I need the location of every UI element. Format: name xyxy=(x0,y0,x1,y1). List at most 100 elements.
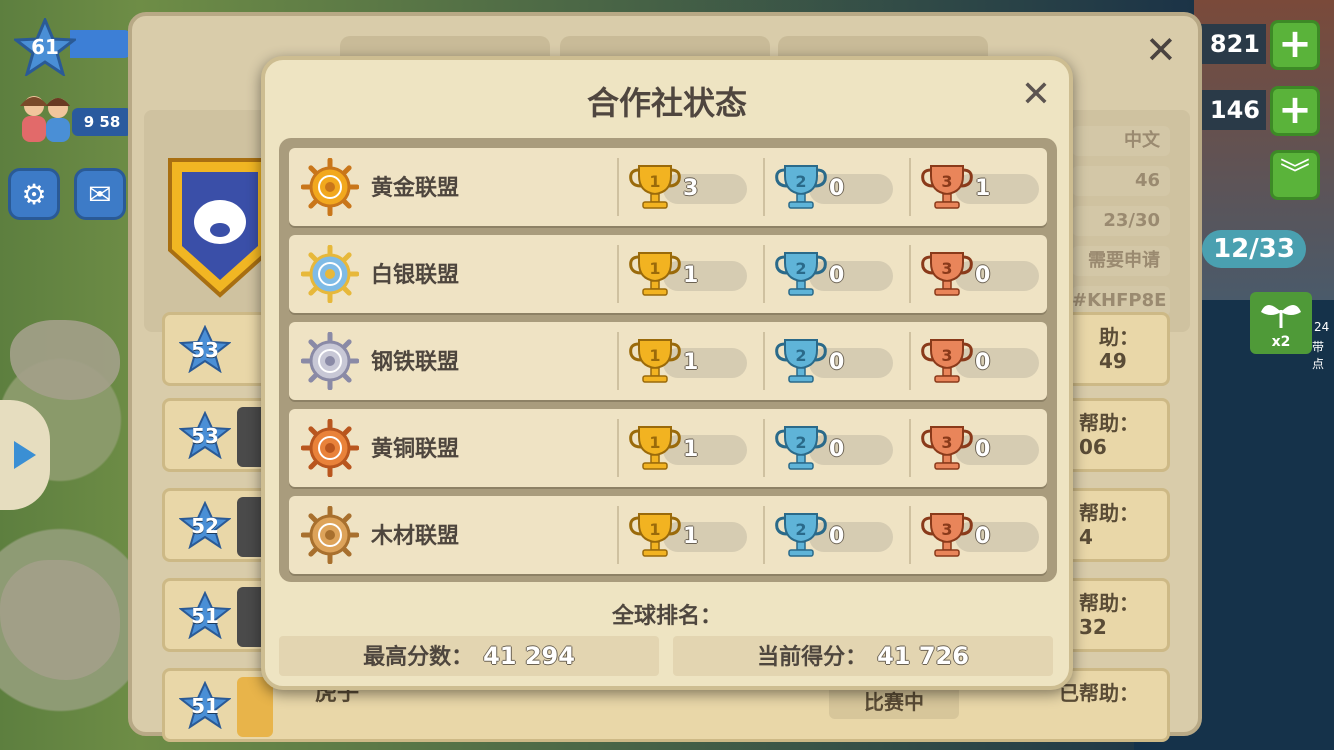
svg-text:1: 1 xyxy=(649,172,660,191)
member-helped-text: 帮助： 32 xyxy=(1079,591,1139,639)
bronze-trophy-count: 03 xyxy=(919,336,1039,386)
league-row: 白银联盟 1 1 0 2 0 3 xyxy=(289,235,1047,313)
svg-text:3: 3 xyxy=(941,259,952,278)
gold-trophy-count: 11 xyxy=(627,423,747,473)
member-helped-text: 已帮助： xyxy=(1059,681,1139,705)
coop-panel-close-icon[interactable]: ✕ xyxy=(1145,28,1177,72)
silver-trophy-count: 02 xyxy=(773,336,893,386)
current-score-box: 当前得分： 41 726 xyxy=(673,636,1053,676)
silver-trophy-count: 02 xyxy=(773,423,893,473)
member-level-star: 53 xyxy=(179,325,231,373)
svg-text:3: 3 xyxy=(941,346,952,365)
svg-text:2: 2 xyxy=(795,172,806,191)
coop-required-level: 46 xyxy=(1072,166,1170,196)
column-divider xyxy=(763,158,765,216)
member-level-star: 51 xyxy=(179,591,231,639)
silver-count-value: 0 xyxy=(829,263,845,288)
column-divider xyxy=(763,506,765,564)
gear-icon: ⚙ xyxy=(21,177,47,211)
sprout-icon xyxy=(1261,305,1301,328)
modal-title: 合作社状态 xyxy=(586,84,747,122)
gold-count-value: 1 xyxy=(683,263,699,288)
member-level-star: 51 xyxy=(179,681,231,729)
bronze-trophy-count: 03 xyxy=(919,510,1039,560)
bronze-trophy-count: 03 xyxy=(919,423,1039,473)
play-arrow-icon xyxy=(14,441,36,469)
league-name: 黄金联盟 xyxy=(371,176,460,201)
svg-text:2: 2 xyxy=(795,259,806,278)
gold-trophy-count: 11 xyxy=(627,249,747,299)
column-divider xyxy=(617,158,619,216)
svg-text:3: 3 xyxy=(941,433,952,452)
plant-timer-text: 24 xyxy=(1314,320,1330,334)
svg-text:1: 1 xyxy=(649,433,660,452)
column-divider xyxy=(763,332,765,390)
wood-wheel-icon xyxy=(300,505,360,565)
svg-text:2: 2 xyxy=(795,520,806,539)
coop-join-type: 需要申请 xyxy=(1072,246,1170,276)
current-score-value: 41 726 xyxy=(877,642,969,670)
best-score-value: 41 294 xyxy=(483,642,575,670)
column-divider xyxy=(909,245,911,303)
gold-trophy-count: 11 xyxy=(627,510,747,560)
global-rank-label: 全球排名： xyxy=(611,604,722,629)
svg-text:2: 2 xyxy=(795,346,806,365)
plus-icon: + xyxy=(1278,21,1312,67)
svg-text:3: 3 xyxy=(941,520,952,539)
population-counter: 9 58 xyxy=(72,108,132,136)
brass-wheel-icon xyxy=(300,418,360,478)
xp-bar xyxy=(70,30,132,58)
member-level-star: 52 xyxy=(179,501,231,549)
add-resource-top-button[interactable]: + xyxy=(1270,20,1320,70)
member-level-text: 52 xyxy=(191,514,219,538)
rock-decoration xyxy=(10,320,120,400)
svg-text:1: 1 xyxy=(649,520,660,539)
close-icon[interactable]: ✕ xyxy=(1017,76,1055,114)
column-divider xyxy=(617,506,619,564)
column-divider xyxy=(909,419,911,477)
member-helped-text: 帮助： 06 xyxy=(1079,411,1139,459)
helpers-counter: 12/33 xyxy=(1202,230,1306,268)
rock-decoration xyxy=(0,560,120,680)
league-list: 黄金联盟 3 1 0 2 1 3 白银联盟 1 1 0 2 0 3 钢铁联盟 1 1 0 2 0 3 黄铜联盟 1 1 0 2 0 3… xyxy=(279,138,1057,582)
player-level-text: 61 xyxy=(31,35,59,59)
column-divider xyxy=(617,419,619,477)
best-score-box: 最高分数： 41 294 xyxy=(279,636,659,676)
player-level-star[interactable]: 61 xyxy=(14,18,76,76)
column-divider xyxy=(909,332,911,390)
svg-text:3: 3 xyxy=(941,172,952,191)
svg-text:2: 2 xyxy=(795,433,806,452)
column-divider xyxy=(909,158,911,216)
collapse-menu-button[interactable]: ︾ xyxy=(1270,150,1320,200)
silver-count-value: 0 xyxy=(829,350,845,375)
member-level-text: 51 xyxy=(191,604,219,628)
plant-caption-text: 带点 xyxy=(1312,340,1325,371)
member-helped-text: 帮助： 4 xyxy=(1079,501,1139,549)
avatar xyxy=(237,677,273,737)
bronze-count-value: 0 xyxy=(975,350,991,375)
coop-member-count: 23/30 xyxy=(1072,206,1170,236)
member-level-text: 53 xyxy=(191,338,219,362)
league-row: 钢铁联盟 1 1 0 2 0 3 xyxy=(289,322,1047,400)
gold-wheel-icon xyxy=(300,157,360,217)
current-score-label: 当前得分： xyxy=(757,645,868,670)
column-divider xyxy=(617,332,619,390)
member-level-text: 53 xyxy=(191,424,219,448)
mail-button[interactable]: ✉ xyxy=(74,168,126,220)
bronze-count-value: 1 xyxy=(975,176,991,201)
bronze-trophy-count: 03 xyxy=(919,249,1039,299)
double-chevron-down-icon: ︾ xyxy=(1280,157,1310,192)
column-divider xyxy=(909,506,911,564)
plant-multiplier-text: x2 xyxy=(1271,334,1291,350)
column-divider xyxy=(617,245,619,303)
settings-button[interactable]: ⚙ xyxy=(8,168,60,220)
silver-trophy-count: 02 xyxy=(773,249,893,299)
plant-boost-button[interactable]: x2 xyxy=(1250,292,1312,354)
league-name: 白银联盟 xyxy=(371,263,460,288)
gold-count-value: 1 xyxy=(683,524,699,549)
league-row: 木材联盟 1 1 0 2 0 3 xyxy=(289,496,1047,574)
add-resource-mid-button[interactable]: + xyxy=(1270,86,1320,136)
column-divider xyxy=(763,419,765,477)
gold-trophy-count: 11 xyxy=(627,336,747,386)
envelope-icon: ✉ xyxy=(88,177,112,211)
